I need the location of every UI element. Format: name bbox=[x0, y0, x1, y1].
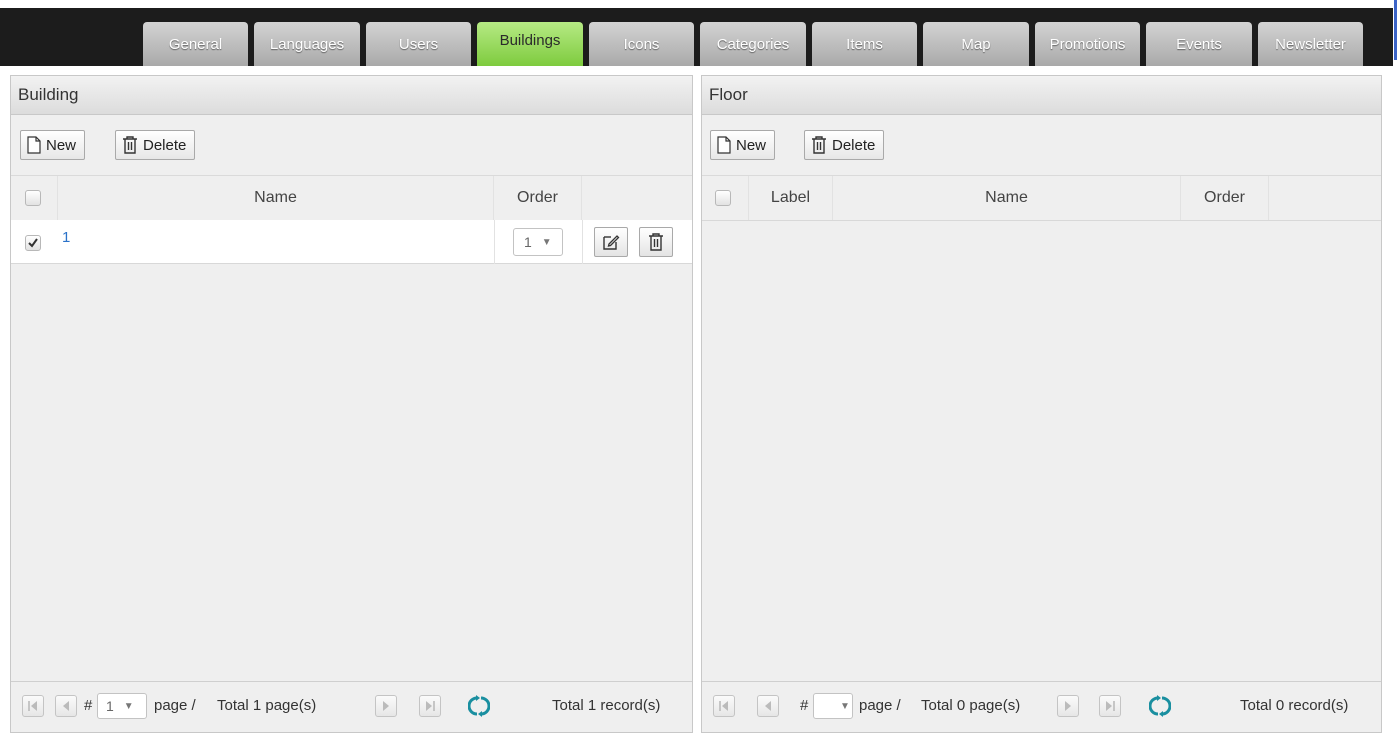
floor-new-label: New bbox=[736, 136, 767, 154]
building-page-select[interactable]: 1 ▼ bbox=[97, 693, 147, 719]
floor-label-header[interactable]: Label bbox=[749, 176, 833, 220]
floor-grid-header: Label Name Order bbox=[702, 176, 1381, 221]
building-row-delete-button[interactable] bbox=[639, 227, 673, 257]
column-divider bbox=[494, 220, 495, 264]
building-new-label: New bbox=[46, 136, 77, 154]
next-page-button[interactable] bbox=[1057, 695, 1079, 717]
last-page-icon bbox=[1106, 701, 1115, 711]
column-divider bbox=[582, 220, 583, 264]
floor-order-header[interactable]: Order bbox=[1181, 176, 1269, 220]
building-order-value: 1 bbox=[524, 234, 532, 250]
building-page-value: 1 bbox=[106, 698, 114, 714]
trash-icon bbox=[123, 136, 137, 154]
total-records: Total 0 record(s) bbox=[1240, 697, 1349, 714]
last-page-button[interactable] bbox=[1099, 695, 1121, 717]
tab-icons[interactable]: Icons bbox=[589, 22, 694, 66]
tab-users[interactable]: Users bbox=[366, 22, 471, 66]
floor-delete-label: Delete bbox=[832, 136, 876, 154]
building-name-link[interactable]: 1 bbox=[62, 229, 70, 246]
last-page-icon bbox=[426, 701, 435, 711]
page-hash: # bbox=[800, 697, 809, 714]
refresh-icon[interactable] bbox=[468, 695, 490, 717]
first-page-button[interactable] bbox=[713, 695, 735, 717]
building-actions-header bbox=[582, 176, 692, 220]
main-tab-bar: General Languages Users Buildings Icons … bbox=[0, 0, 1400, 66]
floor-actions-header bbox=[1269, 176, 1381, 220]
floor-pager: # ▼ page / Total 0 page(s) Total 0 recor… bbox=[702, 681, 1381, 732]
floor-toolbar: New Delete bbox=[702, 115, 1381, 176]
next-page-icon bbox=[1065, 701, 1071, 711]
floor-page-select[interactable]: ▼ bbox=[813, 693, 853, 719]
prev-page-icon bbox=[63, 701, 69, 711]
building-grid-header: Name Order bbox=[11, 176, 692, 221]
select-all-column bbox=[702, 176, 749, 220]
tab-buildings[interactable]: Buildings bbox=[477, 22, 583, 66]
building-row: 1 1 ▼ bbox=[11, 220, 692, 264]
first-page-icon bbox=[28, 701, 37, 711]
first-page-button[interactable] bbox=[22, 695, 44, 717]
chevron-down-icon: ▼ bbox=[123, 700, 134, 712]
floor-delete-button[interactable]: Delete bbox=[804, 130, 885, 160]
tab-categories[interactable]: Categories bbox=[700, 22, 806, 66]
new-document-icon bbox=[27, 136, 41, 154]
total-records: Total 1 record(s) bbox=[552, 697, 661, 714]
window-edge bbox=[1393, 0, 1400, 66]
tab-map[interactable]: Map bbox=[923, 22, 1029, 66]
first-page-icon bbox=[719, 701, 728, 711]
page-hash: # bbox=[84, 697, 93, 714]
tab-newsletter[interactable]: Newsletter bbox=[1258, 22, 1363, 66]
prev-page-button[interactable] bbox=[757, 695, 779, 717]
tab-languages[interactable]: Languages bbox=[254, 22, 360, 66]
next-page-icon bbox=[383, 701, 389, 711]
new-document-icon bbox=[717, 136, 731, 154]
page-suffix: page / bbox=[859, 697, 901, 714]
next-page-button[interactable] bbox=[375, 695, 397, 717]
building-row-checkbox[interactable] bbox=[25, 235, 41, 251]
chevron-down-icon: ▼ bbox=[840, 700, 850, 712]
tab-general[interactable]: General bbox=[143, 22, 248, 66]
checkmark-icon bbox=[28, 238, 38, 248]
floor-panel: Floor New Delete Label Name Order # ▼ pa… bbox=[701, 75, 1382, 733]
trash-icon bbox=[812, 136, 826, 154]
building-toolbar: New Delete bbox=[11, 115, 692, 176]
building-order-header[interactable]: Order bbox=[494, 176, 582, 220]
chevron-down-icon: ▼ bbox=[541, 236, 552, 248]
building-new-button[interactable]: New bbox=[20, 130, 86, 160]
total-pages: Total 0 page(s) bbox=[921, 697, 1021, 714]
building-delete-button[interactable]: Delete bbox=[115, 130, 196, 160]
prev-page-button[interactable] bbox=[55, 695, 77, 717]
tab-promotions[interactable]: Promotions bbox=[1035, 22, 1140, 66]
select-all-column bbox=[11, 176, 58, 220]
tab-items[interactable]: Items bbox=[812, 22, 917, 66]
last-page-button[interactable] bbox=[419, 695, 441, 717]
refresh-icon[interactable] bbox=[1149, 695, 1171, 717]
building-edit-button[interactable] bbox=[594, 227, 628, 257]
floor-select-all-checkbox[interactable] bbox=[715, 190, 731, 206]
building-select-all-checkbox[interactable] bbox=[25, 190, 41, 206]
building-panel: Building New Delete Name Order 1 1 ▼ # 1… bbox=[10, 75, 693, 733]
building-order-select[interactable]: 1 ▼ bbox=[513, 228, 563, 256]
page-suffix: page / bbox=[154, 697, 196, 714]
building-name-header[interactable]: Name bbox=[58, 176, 494, 220]
tabs: General Languages Users Buildings Icons … bbox=[143, 22, 1363, 66]
edit-icon bbox=[603, 235, 620, 250]
building-pager: # 1 ▼ page / Total 1 page(s) Total 1 rec… bbox=[11, 681, 692, 732]
floor-panel-title: Floor bbox=[702, 76, 1381, 115]
floor-name-header[interactable]: Name bbox=[833, 176, 1181, 220]
building-panel-title: Building bbox=[11, 76, 692, 115]
building-delete-label: Delete bbox=[143, 136, 187, 154]
floor-new-button[interactable]: New bbox=[710, 130, 776, 160]
tab-events[interactable]: Events bbox=[1146, 22, 1252, 66]
trash-icon bbox=[649, 233, 663, 251]
prev-page-icon bbox=[765, 701, 771, 711]
total-pages: Total 1 page(s) bbox=[217, 697, 317, 714]
